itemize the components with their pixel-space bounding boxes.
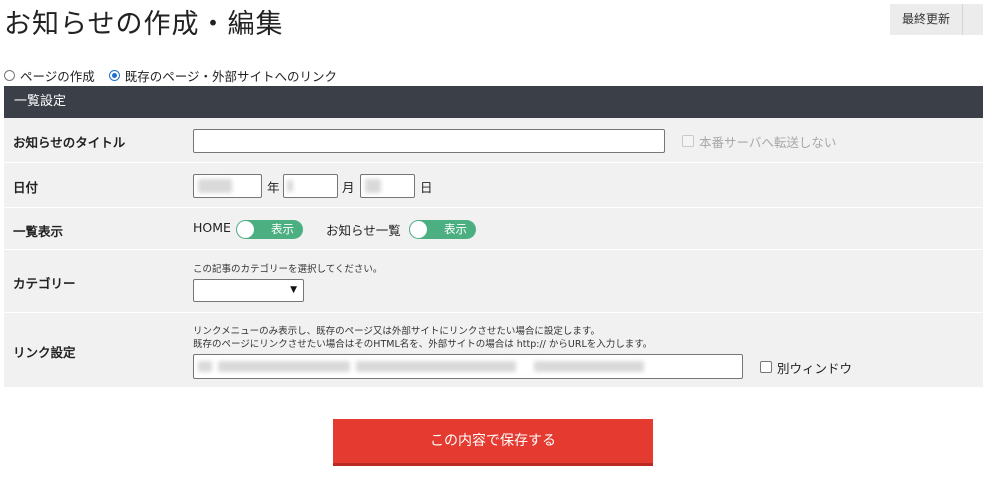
home-label: HOME [193,220,231,235]
row-category: カテゴリー この記事のカテゴリーを選択してください。 ▼ [4,250,983,313]
category-select[interactable]: ▼ [193,279,304,302]
redacted-value [218,361,350,372]
header-extra-button[interactable] [963,4,983,35]
mode-option-label: 既存のページ・外部サイトへのリンク [124,68,338,84]
redacted-value [287,180,293,192]
month-input[interactable] [283,174,338,198]
home-display-toggle[interactable]: 表示 [236,220,303,239]
link-note-1: リンクメニューのみ表示し、既存のページ又は外部サイトにリンクさせたい場合に設定し… [193,326,600,337]
redacted-value [356,361,516,372]
toggle-text: 表示 [271,222,294,236]
link-note-2: 既存のページにリンクさせたい場合はそのHTML名を、外部サイトの場合は http… [193,339,653,350]
redacted-value [534,361,644,372]
redacted-value [198,361,212,372]
row-label-link: リンク設定 [13,345,76,360]
row-display: 一覧表示 HOME 表示 お知らせ一覧 表示 [4,208,983,250]
row-label-category: カテゴリー [13,276,76,291]
category-note: この記事のカテゴリーを選択してください。 [193,264,383,275]
radio-link[interactable] [108,69,120,81]
year-suffix: 年 [267,180,280,195]
mode-selector: ページの作成 既存のページ・外部サイトへのリンク [4,66,351,84]
day-input[interactable] [360,174,415,198]
row-label-title: お知らせのタイトル [13,135,126,150]
year-input[interactable] [193,174,262,198]
row-link: リンク設定 リンクメニューのみ表示し、既存のページ又は外部サイトにリンクさせたい… [4,313,983,388]
section-header: 一覧設定 [4,86,983,118]
mode-option-create-page[interactable]: ページの作成 [4,66,95,85]
chevron-down-icon: ▼ [290,285,297,295]
save-button[interactable]: この内容で保存する [333,419,653,466]
no-transfer-checkbox[interactable] [682,135,694,147]
row-title: お知らせのタイトル 本番サーバへ転送しない [4,118,983,163]
news-list-label: お知らせ一覧 [326,223,401,238]
mode-option-label: ページの作成 [20,68,95,84]
mode-option-link[interactable]: 既存のページ・外部サイトへのリンク [108,66,338,85]
no-transfer-label: 本番サーバへ転送しない [699,135,837,150]
link-url-input[interactable] [193,354,743,379]
last-updated-button[interactable]: 最終更新 [890,4,963,35]
page-title: お知らせの作成・編集 [4,9,284,40]
new-window-label: 別ウィンドウ [777,361,853,376]
row-label-display: 一覧表示 [13,224,64,239]
toggle-text: 表示 [444,222,467,236]
toggle-knob [410,221,427,238]
new-window-checkbox[interactable] [760,361,772,373]
title-input[interactable] [193,129,665,153]
row-date: 日付 年 月 日 [4,163,983,208]
month-suffix: 月 [342,180,355,195]
toggle-knob [237,221,254,238]
redacted-value [365,179,381,193]
radio-create-page[interactable] [4,69,15,81]
redacted-value [198,179,232,193]
row-label-date: 日付 [13,180,39,195]
news-list-display-toggle[interactable]: 表示 [409,220,476,239]
day-suffix: 日 [420,180,433,195]
